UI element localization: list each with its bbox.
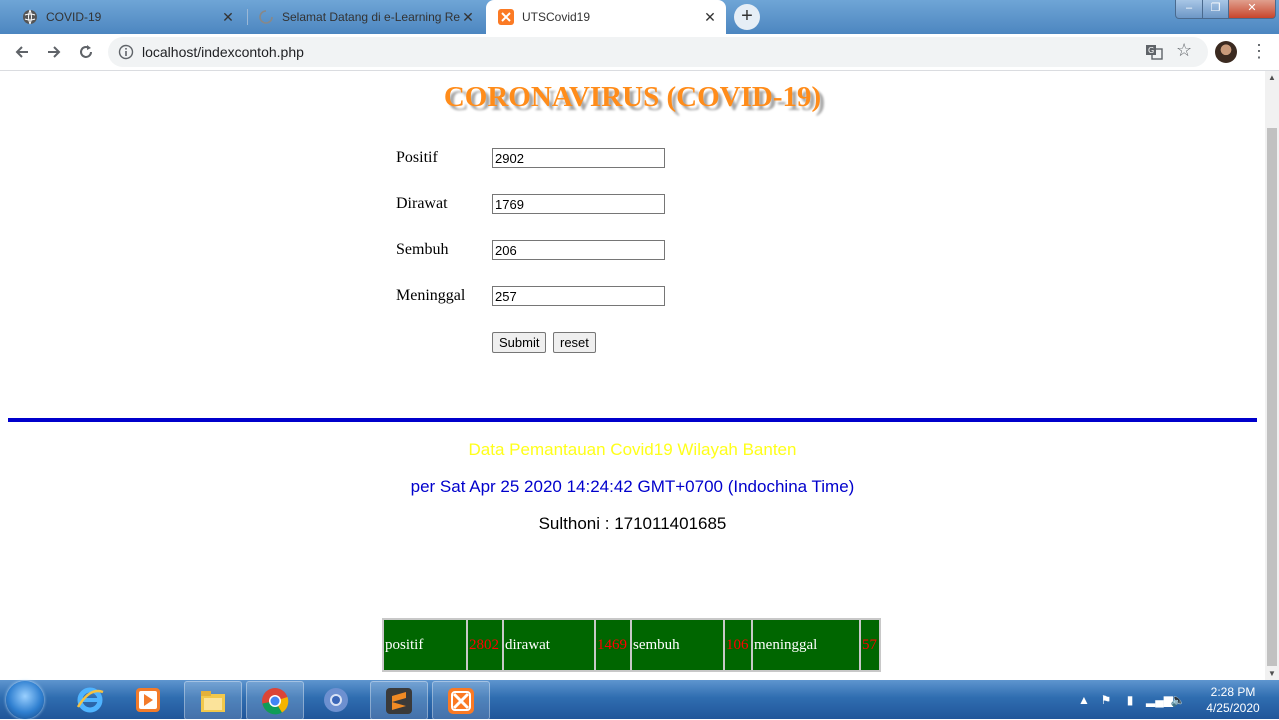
sembuh-label: Sembuh xyxy=(396,241,449,258)
clock-date: 4/25/2020 xyxy=(1206,701,1260,715)
table-cell-value: 106 xyxy=(725,620,751,670)
reset-button[interactable]: reset xyxy=(553,332,596,353)
chrome-canary-icon xyxy=(324,687,348,712)
sembuh-input[interactable] xyxy=(492,240,665,260)
reload-icon xyxy=(80,45,92,58)
browser-tab-strip: COVID-19 ✕ Selamat Datang di e-Learning … xyxy=(0,0,1279,34)
window-minimize-button[interactable]: – xyxy=(1175,0,1203,19)
tab-close-icon[interactable]: ✕ xyxy=(702,9,718,25)
action-center-flag-icon[interactable]: ⚑ xyxy=(1098,692,1114,708)
taskbar-chrome[interactable] xyxy=(246,681,304,720)
table-cell-label: positif xyxy=(384,620,466,670)
positif-label: Positif xyxy=(396,149,438,166)
windows-taskbar: ▲ ⚑ ▮ ▂▄▆ 🔈 2:28 PM 4/25/2020 xyxy=(0,680,1279,720)
taskbar-clock[interactable]: 2:28 PM 4/25/2020 xyxy=(1198,684,1268,716)
taskbar-media-player[interactable] xyxy=(120,681,176,718)
table-cell-value: 57 xyxy=(861,620,879,670)
scroll-up-arrow-icon[interactable]: ▲ xyxy=(1268,73,1276,82)
meninggal-input[interactable] xyxy=(492,286,665,306)
page-viewport: CORONAVIRUS (COVID-19) Positif Dirawat S… xyxy=(0,71,1265,680)
covid-data-table: positif 2802 dirawat 1469 sembuh 106 men… xyxy=(382,618,881,672)
tab-title: COVID-19 xyxy=(46,10,102,24)
table-cell-label: sembuh xyxy=(632,620,723,670)
new-tab-button[interactable]: + xyxy=(734,4,760,30)
xampp-icon xyxy=(498,9,514,25)
tab-close-icon[interactable]: ✕ xyxy=(220,9,236,25)
clock-time: 2:28 PM xyxy=(1210,685,1256,699)
volume-icon[interactable]: 🔈 xyxy=(1170,692,1186,708)
tab-title: UTSCovid19 xyxy=(522,10,591,24)
tab-close-icon[interactable]: ✕ xyxy=(460,9,476,25)
reload-button[interactable] xyxy=(72,38,100,66)
translate-icon[interactable]: G xyxy=(1145,43,1163,61)
page-title: CORONAVIRUS (COVID-19) xyxy=(443,81,822,113)
tab-title: Selamat Datang di e-Learning Re xyxy=(282,10,460,24)
dirawat-input[interactable] xyxy=(492,194,665,214)
taskbar-file-explorer[interactable] xyxy=(184,681,242,720)
network-signal-icon[interactable]: ▂▄▆ xyxy=(1146,692,1173,708)
window-restore-button[interactable]: ❐ xyxy=(1202,0,1229,19)
globe-icon xyxy=(23,9,37,25)
tab-covid19[interactable]: COVID-19 ✕ xyxy=(4,0,244,34)
xampp-icon xyxy=(448,687,474,714)
taskbar-chrome-canary[interactable] xyxy=(308,681,364,718)
file-explorer-icon xyxy=(201,690,225,712)
browser-toolbar: localhost/indexcontoh.php G ☆ ⋮ xyxy=(0,34,1279,71)
browser-menu-icon[interactable]: ⋮ xyxy=(1250,40,1268,64)
url-text[interactable]: localhost/indexcontoh.php xyxy=(142,44,304,60)
taskbar-xampp[interactable] xyxy=(432,681,490,720)
chrome-icon xyxy=(262,687,289,714)
scroll-down-arrow-icon[interactable]: ▼ xyxy=(1268,669,1276,678)
table-cell-value: 2802 xyxy=(468,620,502,670)
scrollbar-thumb[interactable] xyxy=(1267,128,1277,666)
monitoring-title: Data Pemantauan Covid19 Wilayah Banten xyxy=(468,440,797,459)
info-icon[interactable] xyxy=(118,44,134,60)
taskbar-sublime-text[interactable] xyxy=(370,681,428,720)
submit-button[interactable]: Submit xyxy=(492,332,547,353)
horizontal-divider xyxy=(8,418,1257,422)
back-button[interactable] xyxy=(8,38,36,66)
arrow-left-icon xyxy=(15,46,28,58)
tab-utscovid19[interactable]: UTSCovid19 ✕ xyxy=(486,0,726,34)
loading-spinner-icon xyxy=(259,10,273,24)
arrow-right-icon xyxy=(48,46,61,58)
table-cell-value: 1469 xyxy=(596,620,630,670)
meninggal-label: Meninggal xyxy=(396,287,466,304)
start-button[interactable] xyxy=(6,681,44,719)
profile-avatar[interactable] xyxy=(1215,41,1237,63)
tab-elearning[interactable]: Selamat Datang di e-Learning Re ✕ xyxy=(240,0,484,34)
table-row: positif 2802 dirawat 1469 sembuh 106 men… xyxy=(384,620,879,670)
media-player-icon xyxy=(136,687,160,712)
monitoring-date: per Sat Apr 25 2020 14:24:42 GMT+0700 (I… xyxy=(410,477,855,496)
author-line: Sulthoni : 171011401685 xyxy=(538,514,727,533)
positif-input[interactable] xyxy=(492,148,665,168)
show-hidden-icons-icon[interactable]: ▲ xyxy=(1076,692,1092,708)
address-bar[interactable]: localhost/indexcontoh.php G ☆ xyxy=(108,37,1208,67)
dirawat-label: Dirawat xyxy=(396,195,448,212)
svg-text:G: G xyxy=(1148,46,1154,55)
sublime-text-icon xyxy=(386,687,412,714)
forward-button[interactable] xyxy=(40,38,68,66)
table-cell-label: meninggal xyxy=(753,620,859,670)
taskbar-internet-explorer[interactable] xyxy=(62,681,118,718)
internet-explorer-icon xyxy=(76,687,104,712)
table-cell-label: dirawat xyxy=(504,620,594,670)
page-scrollbar[interactable]: ▲ ▼ xyxy=(1265,71,1279,680)
bookmark-star-icon[interactable]: ☆ xyxy=(1176,40,1192,61)
battery-icon[interactable]: ▮ xyxy=(1122,692,1138,708)
window-close-button[interactable]: ✕ xyxy=(1228,0,1276,19)
